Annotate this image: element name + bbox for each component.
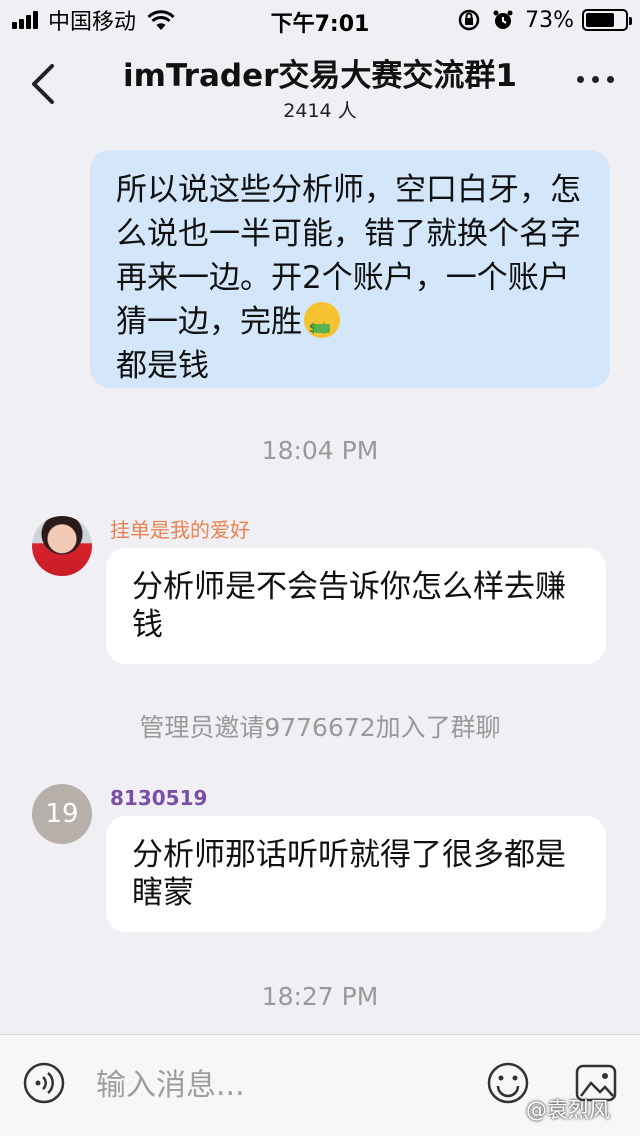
status-bar: 中国移动 下午7:01 73% — [0, 0, 640, 40]
battery-icon — [582, 9, 632, 31]
outgoing-message-text: 所以说这些分析师，空口白牙，怎么说也一半可能，错了就换个名字再来一边。开2个账户… — [116, 172, 581, 340]
emoji-icon[interactable] — [486, 1061, 530, 1105]
sender-name[interactable]: 8130519 — [110, 786, 207, 810]
watermark: @袁烈风 — [526, 1098, 610, 1122]
nav-bar: imTrader交易大赛交流群1 2414 人 — [0, 40, 640, 130]
incoming-message-bubble[interactable]: 分析师是不会告诉你怎么样去赚钱 — [106, 548, 606, 664]
avatar[interactable] — [32, 516, 92, 576]
timestamp: 18:04 PM — [261, 436, 379, 465]
sender-name[interactable]: 挂单是我的爱好 — [110, 514, 250, 543]
more-options-icon[interactable] — [569, 76, 614, 83]
battery-percent: 73% — [525, 7, 574, 33]
incoming-message-text: 分析师那话听听就得了很多都是瞎蒙 — [132, 837, 566, 911]
member-count: 2414 人 — [283, 100, 357, 122]
battery-level — [586, 13, 614, 27]
money-mouth-face-icon — [304, 302, 340, 350]
timestamp: 18:27 PM — [261, 982, 379, 1011]
system-notice: 管理员邀请9776672加入了群聊 — [139, 713, 501, 742]
incoming-message-text: 分析师是不会告诉你怎么样去赚钱 — [132, 569, 566, 643]
alarm-clock-icon — [493, 10, 513, 29]
incoming-message-bubble[interactable]: 分析师那话听听就得了很多都是瞎蒙 — [106, 816, 606, 932]
status-right: 73% — [457, 7, 632, 33]
voice-input-icon[interactable] — [22, 1061, 66, 1105]
avatar[interactable]: 19 — [32, 784, 92, 844]
outgoing-message-bubble[interactable]: 所以说这些分析师，空口白牙，怎么说也一半可能，错了就换个名字再来一边。开2个账户… — [90, 150, 610, 388]
rotation-lock-icon — [458, 9, 480, 31]
avatar-text: 19 — [45, 799, 79, 829]
message-input[interactable] — [96, 1063, 456, 1107]
group-title: imTrader交易大赛交流群1 — [123, 58, 517, 94]
outgoing-message-text-end: 都是钱 — [116, 348, 209, 384]
